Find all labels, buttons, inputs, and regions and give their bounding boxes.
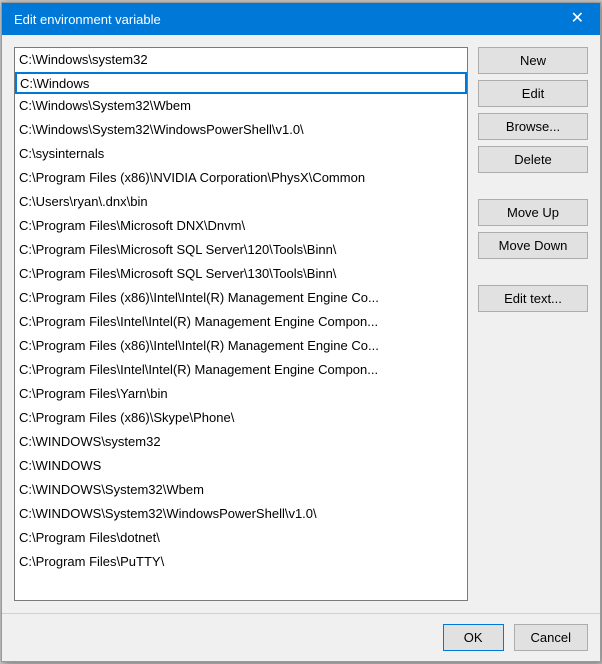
title-bar: Edit environment variable ✕ [2,3,600,35]
action-buttons-panel: New Edit Browse... Delete Move Up Move D… [478,47,588,601]
list-item[interactable]: C:\Program Files\Microsoft SQL Server\12… [15,238,467,262]
list-item[interactable]: C:\sysinternals [15,142,467,166]
list-item[interactable]: C:\Program Files (x86)\NVIDIA Corporatio… [15,166,467,190]
list-item[interactable]: C:\Program Files\Intel\Intel(R) Manageme… [15,358,467,382]
ok-button[interactable]: OK [443,624,504,651]
new-button[interactable]: New [478,47,588,74]
list-item[interactable]: C:\Program Files\Microsoft DNX\Dnvm\ [15,214,467,238]
env-var-list-scroll[interactable]: C:\Windows\system32 C:\Windows\System32\… [15,48,467,600]
button-spacer [478,179,588,193]
list-item[interactable]: C:\Program Files\Microsoft SQL Server\13… [15,262,467,286]
dialog-footer: OK Cancel [2,613,600,661]
dialog-title: Edit environment variable [14,12,161,27]
button-spacer [478,265,588,279]
list-item[interactable]: C:\Program Files\PuTTY\ [15,550,467,574]
list-item[interactable]: C:\WINDOWS\system32 [15,430,467,454]
close-button[interactable]: ✕ [567,11,588,27]
browse-button[interactable]: Browse... [478,113,588,140]
list-item[interactable]: C:\Program Files\dotnet\ [15,526,467,550]
env-var-list-container: C:\Windows\system32 C:\Windows\System32\… [14,47,468,601]
list-item[interactable]: C:\Users\ryan\.dnx\bin [15,190,467,214]
list-item[interactable]: C:\Program Files (x86)\Intel\Intel(R) Ma… [15,286,467,310]
list-item-edit-input[interactable] [15,72,467,94]
list-item[interactable]: C:\WINDOWS [15,454,467,478]
list-item[interactable]: C:\Windows\System32\WindowsPowerShell\v1… [15,118,467,142]
move-down-button[interactable]: Move Down [478,232,588,259]
dialog-body: C:\Windows\system32 C:\Windows\System32\… [2,35,600,613]
edit-text-button[interactable]: Edit text... [478,285,588,312]
move-up-button[interactable]: Move Up [478,199,588,226]
list-item[interactable]: C:\Program Files (x86)\Intel\Intel(R) Ma… [15,334,467,358]
list-item[interactable]: C:\WINDOWS\System32\Wbem [15,478,467,502]
list-item[interactable]: C:\Windows\System32\Wbem [15,94,467,118]
list-item[interactable]: C:\Program Files (x86)\Skype\Phone\ [15,406,467,430]
edit-button[interactable]: Edit [478,80,588,107]
delete-button[interactable]: Delete [478,146,588,173]
list-item[interactable]: C:\Program Files\Intel\Intel(R) Manageme… [15,310,467,334]
list-item[interactable]: C:\Program Files\Yarn\bin [15,382,467,406]
cancel-button[interactable]: Cancel [514,624,588,651]
list-item[interactable]: C:\Windows\system32 [15,48,467,72]
list-item[interactable]: C:\WINDOWS\System32\WindowsPowerShell\v1… [15,502,467,526]
edit-env-variable-dialog: Edit environment variable ✕ C:\Windows\s… [1,2,601,662]
list-item-editing[interactable] [15,72,467,94]
